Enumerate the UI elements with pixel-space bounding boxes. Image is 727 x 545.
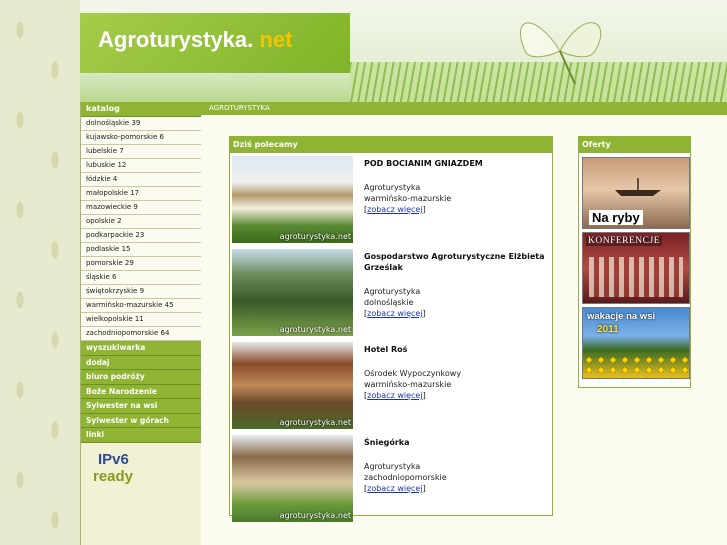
more-link-wrapper: [zobacz więcej] <box>364 205 426 214</box>
photo-watermark: agroturystyka.net <box>279 511 351 520</box>
region-link[interactable]: zachodniopomorskie 64 <box>81 327 202 341</box>
more-link-wrapper: [zobacz więcej] <box>364 484 426 493</box>
region-link[interactable]: warmińsko-mazurskie 45 <box>81 299 202 313</box>
see-more-link[interactable]: zobacz więcej <box>367 205 422 214</box>
region-link[interactable]: mazowieckie 9 <box>81 201 202 215</box>
property-info: POD BOCIANIM GNIAZDEM Agroturystyka warmiń… <box>364 158 550 215</box>
nav-section-link[interactable]: Boże Narodzenie <box>81 384 202 399</box>
property-region: warmińsko-mazurskie <box>364 194 452 203</box>
main-content: Dziś polecamy agroturystyka.net POD BOCIA… <box>201 115 727 545</box>
region-link[interactable]: podlaskie 15 <box>81 243 202 257</box>
recommended-item: agroturystyka.net Śniegórka Agroturystyka z… <box>230 433 552 525</box>
left-navigation: katalog dolnośląskie 39 kujawsko-pomorski… <box>80 102 203 545</box>
boat-icon <box>615 178 661 196</box>
region-link[interactable]: wielkopolskie 11 <box>81 313 202 327</box>
catalog-heading[interactable]: katalog <box>81 102 202 117</box>
nav-section-link[interactable]: wyszukiwarka <box>81 341 202 356</box>
breadcrumb[interactable]: AGROTURYSTYKA <box>201 102 727 115</box>
nav-section-link[interactable]: Sylwester w górach <box>81 413 202 428</box>
property-photo[interactable]: agroturystyka.net <box>232 156 353 243</box>
offer-banner-fishing[interactable]: Na ryby <box>582 157 690 229</box>
nav-section-link[interactable]: biuro podróży <box>81 370 202 385</box>
property-type: Agroturystyka <box>364 287 421 296</box>
property-title[interactable]: Gospodarstwo Agroturystyczne Elżbieta Gr… <box>364 251 550 273</box>
property-title[interactable]: Śniegórka <box>364 437 550 448</box>
region-link[interactable]: łódzkie 4 <box>81 173 202 187</box>
butterfly-image <box>520 22 602 85</box>
ipv6-text: IPv6 <box>98 450 129 468</box>
ipv6-ready-badge[interactable]: IPv6 ready <box>93 450 202 485</box>
offer-label-fishing: Na ryby <box>589 210 643 225</box>
offer-label-holidays-year: 2011 <box>597 324 619 335</box>
recommended-item: agroturystyka.net POD BOCIANIM GNIAZDEM Ag… <box>230 154 552 246</box>
more-link-wrapper: [zobacz więcej] <box>364 391 426 400</box>
property-type: Agroturystyka <box>364 183 421 192</box>
property-title[interactable]: POD BOCIANIM GNIAZDEM <box>364 158 550 169</box>
background-pattern <box>0 0 80 545</box>
property-photo[interactable]: agroturystyka.net <box>232 435 353 522</box>
region-link[interactable]: lubuskie 12 <box>81 159 202 173</box>
property-photo[interactable]: agroturystyka.net <box>232 249 353 336</box>
section-list: wyszukiwarka dodaj biuro podróży Boże Narod… <box>81 341 202 443</box>
region-link[interactable]: lubelskie 7 <box>81 145 202 159</box>
region-link[interactable]: małopolskie 17 <box>81 187 202 201</box>
property-title[interactable]: Hotel Roś <box>364 344 550 355</box>
nav-section-link[interactable]: Sylwester na wsi <box>81 399 202 414</box>
conference-room-image <box>589 257 683 297</box>
property-info: Gospodarstwo Agroturystyczne Elżbieta Gr… <box>364 251 550 319</box>
property-region: zachodniopomorskie <box>364 473 447 482</box>
property-region: warmińsko-mazurskie <box>364 380 452 389</box>
region-link[interactable]: kujawsko-pomorskie 6 <box>81 131 202 145</box>
photo-watermark: agroturystyka.net <box>279 418 351 427</box>
offer-banner-conference[interactable]: KONFERENCJE <box>582 232 690 304</box>
nav-section-link[interactable]: dodaj <box>81 355 202 370</box>
region-link[interactable]: pomorskie 29 <box>81 257 202 271</box>
property-type: Agroturystyka <box>364 462 421 471</box>
property-info: Śniegórka Agroturystyka zachodniopomorskie… <box>364 437 550 494</box>
photo-watermark: agroturystyka.net <box>279 232 351 241</box>
site-logo[interactable]: Agroturystyka. net <box>98 27 292 53</box>
property-region: dolnośląskie <box>364 298 414 307</box>
logo-tld-text: net <box>253 27 293 52</box>
logo-banner[interactable]: Agroturystyka. net <box>80 13 350 73</box>
recommended-heading: Dziś polecamy <box>230 137 552 153</box>
region-link[interactable]: świętokrzyskie 9 <box>81 285 202 299</box>
site-header: Agroturystyka. net <box>80 0 727 102</box>
offer-label-conference: KONFERENCJE <box>586 236 663 246</box>
more-link-wrapper: [zobacz więcej] <box>364 309 426 318</box>
property-info: Hotel Roś Ośrodek Wypoczynkowy warmińsko-m… <box>364 344 550 401</box>
offer-label-holidays: wakacje na wsi <box>587 311 656 322</box>
photo-watermark: agroturystyka.net <box>279 325 351 334</box>
region-list: dolnośląskie 39 kujawsko-pomorskie 6 lubel… <box>81 117 202 341</box>
see-more-link[interactable]: zobacz więcej <box>367 391 422 400</box>
property-type: Ośrodek Wypoczynkowy <box>364 369 462 378</box>
see-more-link[interactable]: zobacz więcej <box>367 484 422 493</box>
offers-heading: Oferty <box>579 137 690 153</box>
offer-banner-holidays[interactable]: wakacje na wsi 2011 <box>582 307 690 379</box>
recommended-item: agroturystyka.net Hotel Roś Ośrodek Wypocz… <box>230 340 552 432</box>
property-photo[interactable]: agroturystyka.net <box>232 342 353 429</box>
region-link[interactable]: śląskie 6 <box>81 271 202 285</box>
nav-section-link[interactable]: linki <box>81 428 202 443</box>
recommended-box: Dziś polecamy agroturystyka.net POD BOCIA… <box>229 136 553 522</box>
offers-box: Oferty Na ryby KONFERENCJE wakacje na ws… <box>578 136 691 388</box>
sunflower-field-image <box>583 354 689 378</box>
region-link[interactable]: opolskie 2 <box>81 215 202 229</box>
logo-main-text: Agroturystyka. <box>98 27 254 52</box>
ready-text: ready <box>93 467 134 485</box>
recommended-item: agroturystyka.net Gospodarstwo Agroturyst… <box>230 247 552 339</box>
see-more-link[interactable]: zobacz więcej <box>367 309 422 318</box>
region-link[interactable]: podkarpackie 23 <box>81 229 202 243</box>
region-link[interactable]: dolnośląskie 39 <box>81 117 202 131</box>
